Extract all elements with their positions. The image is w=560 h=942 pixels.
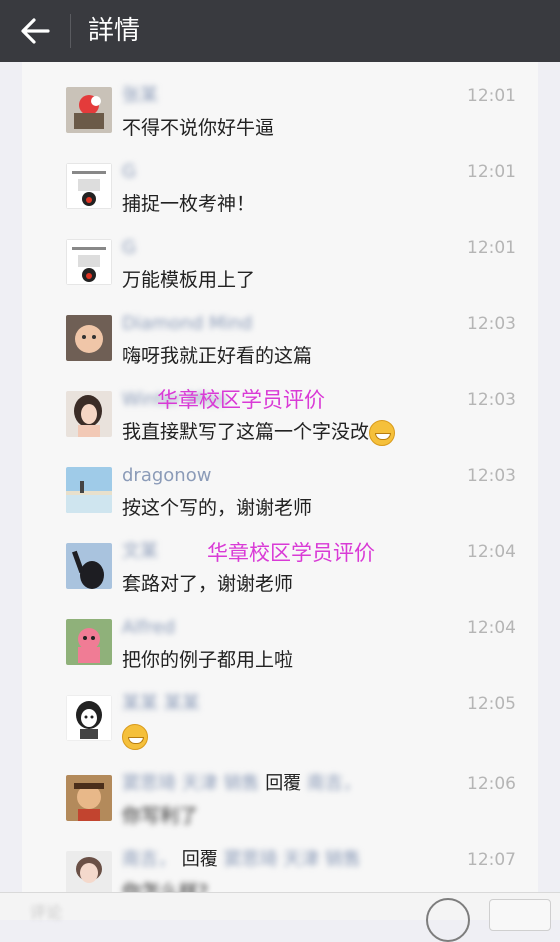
avatar[interactable] [66,695,112,741]
reply-target[interactable]: 南吉， [307,773,361,794]
watermark-text: 华章校区学员评价 [157,388,325,412]
comment-item: 某某 某某 12:05 [22,688,538,764]
comment-text: 万能模板用上了 [122,269,256,291]
header-divider [70,14,71,48]
comment-author[interactable]: 文某 [122,540,158,564]
avatar[interactable] [66,315,112,361]
emoji-button-icon[interactable] [426,898,470,942]
comment-item: 南吉， 回覆 窦思琦 天津 销售 你怎么样? 12:07 [22,844,538,892]
comment-input[interactable]: 评论 [30,899,62,923]
comment-time: 12:03 [467,466,516,486]
comment-text-content: 我直接默写了这篇一个字没改 [122,421,370,443]
smile-emoji-icon [122,723,148,750]
comment-item: Alfred 把你的例子都用上啦 12:04 [22,612,538,688]
comment-item: 张某 不得不说你好牛逼 12:01 [22,80,538,156]
avatar[interactable] [66,775,112,821]
comment-item: Diamond Mind 嗨呀我就正好看的这篇 12:03 [22,308,538,384]
comment-text: 嗨呀我就正好看的这篇 [122,345,313,367]
comment-time: 12:04 [467,542,516,562]
comment-time: 12:05 [467,694,516,714]
comment-input-bar: 评论 [0,892,560,942]
avatar[interactable] [66,87,112,133]
comment-text: 套路对了，谢谢老师 [122,573,294,595]
comment-author[interactable]: Diamond Mind [122,312,252,336]
comment-author[interactable]: G [122,236,136,260]
comment-item: G 万能模板用上了 12:01 [22,232,538,308]
comment-author-name[interactable]: 南吉， [122,849,176,870]
comment-author[interactable]: G [122,160,136,184]
comment-author[interactable]: 南吉， 回覆 窦思琦 天津 销售 [122,848,361,872]
comment-time: 12:03 [467,314,516,334]
reply-target[interactable]: 窦思琦 天津 销售 [223,849,360,870]
comment-author[interactable]: 某某 某某 [122,692,200,716]
comment-item: G 捕捉一枚考神！ 12:01 [22,156,538,232]
comment-author[interactable]: dragonow [122,464,211,488]
comment-list: 张某 不得不说你好牛逼 12:01 G 捕捉一枚考神！ 12:01 G 万能模板… [22,62,538,892]
avatar[interactable] [66,619,112,665]
comment-time: 12:01 [467,86,516,106]
reply-keyword: 回覆 [181,849,218,870]
reply-keyword: 回覆 [265,773,302,794]
comment-author[interactable]: 窦思琦 天津 销售 回覆 南吉， [122,772,361,796]
watermark-text: 华章校区学员评价 [207,541,375,565]
comment-item: dragonow 按这个写的，谢谢老师 12:03 [22,460,538,536]
avatar[interactable] [66,391,112,437]
comment-text: 你写利了 [122,805,199,827]
send-button[interactable] [489,899,551,931]
comment-text: 捕捉一枚考神！ [122,193,256,215]
avatar[interactable] [66,851,112,892]
avatar[interactable] [66,467,112,513]
comment-author[interactable]: 张某 [122,84,158,108]
avatar[interactable] [66,239,112,285]
comment-time: 12:03 [467,390,516,410]
comment-text: 把你的例子都用上啦 [122,649,294,671]
comment-author-name[interactable]: 窦思琦 天津 销售 [122,773,259,794]
comment-time: 12:01 [467,238,516,258]
comment-time: 12:07 [467,850,516,870]
back-arrow-icon[interactable] [18,14,52,48]
comment-text: 我直接默写了这篇一个字没改 [122,418,396,446]
comment-time: 12:01 [467,162,516,182]
comment-item: 窦思琦 天津 销售 回覆 南吉， 你写利了 12:06 [22,768,538,844]
comment-text [122,722,148,750]
top-bar: 詳情 [0,0,560,62]
comment-time: 12:06 [467,774,516,794]
avatar[interactable] [66,163,112,209]
page-title: 詳情 [88,16,141,46]
comment-author[interactable]: Alfred [122,616,175,640]
comment-text: 按这个写的，谢谢老师 [122,497,313,519]
comment-text: 你怎么样? [122,881,209,892]
avatar[interactable] [66,543,112,589]
comment-text: 不得不说你好牛逼 [122,117,275,139]
grin-emoji-icon [369,419,396,446]
comment-time: 12:04 [467,618,516,638]
